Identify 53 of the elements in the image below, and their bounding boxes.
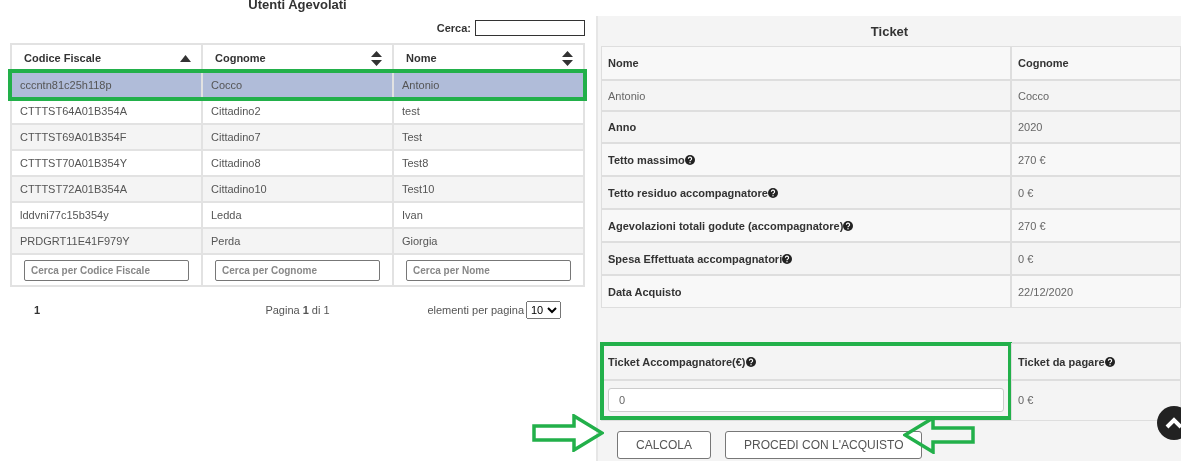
table-cell: Perda <box>202 228 393 254</box>
arrow-right-icon <box>532 414 604 452</box>
field-label: Tetto massimo <box>608 153 685 166</box>
sort-ascending-icon[interactable] <box>180 54 191 62</box>
table-cell: 270 € <box>1011 209 1181 242</box>
table-cell: Cocco <box>1011 80 1181 111</box>
table-row[interactable]: cccntn81c25h118p Cocco Antonio <box>11 72 584 98</box>
search-label: Cerca: <box>436 22 471 34</box>
sort-icon[interactable] <box>562 50 573 66</box>
chevron-up-icon <box>1165 417 1181 429</box>
panel-title: Ticket <box>869 23 910 41</box>
table-row[interactable]: CTTTST72A01B354A Cittadino10 Test10 <box>11 176 584 202</box>
filter-field[interactable]: Cerca per Codice Fiscale <box>24 259 189 281</box>
table-cell: 0 € <box>1011 379 1181 421</box>
field-label: Anno <box>608 121 637 133</box>
page-info: Pagina 1 di 1 <box>264 304 331 316</box>
column-header: Cognome <box>1011 46 1181 80</box>
table-row[interactable]: PRDGRT11E41F979Y Perda Giorgia <box>11 228 584 254</box>
per-page-select[interactable]: 10 <box>526 301 561 319</box>
field-label: Data Acquisto <box>608 285 682 298</box>
action-button[interactable]: CALCOLA <box>617 431 712 459</box>
action-button[interactable]: PROCEDI CON L'ACQUISTO <box>725 431 923 459</box>
filter-field[interactable]: Cerca per Cognome <box>215 259 380 281</box>
help-icon <box>745 357 756 367</box>
help-icon <box>843 220 854 231</box>
table-cell: 22/12/2020 <box>1011 275 1181 308</box>
field-label: Tetto residuo accompagnatore <box>608 186 768 199</box>
search-field[interactable] <box>475 20 585 36</box>
table-cell: 2020 <box>1011 111 1181 143</box>
table-cell: 270 € <box>1011 143 1181 176</box>
field-label: Ticket Accompagnatore(€) <box>608 356 746 368</box>
help-icon <box>1104 357 1115 367</box>
table-cell: 0 € <box>1011 242 1181 275</box>
table-cell: Antonio <box>601 80 1011 111</box>
table-cell: 0 € <box>1011 176 1181 209</box>
table-row[interactable]: CTTTST70A01B354Y Cittadino8 Test8 <box>11 150 584 176</box>
field-label: Spesa Effettuata accompagnatori <box>608 252 783 265</box>
ticket-amount-field[interactable]: 0 <box>608 388 1004 412</box>
column-header: Nome <box>601 46 1011 80</box>
help-icon <box>684 154 695 165</box>
table-row[interactable]: CTTTST69A01B354F Cittadino7 Test <box>11 124 584 150</box>
page-link[interactable]: 1 <box>34 304 210 316</box>
per-page-label: elementi per pagina <box>427 304 524 316</box>
help-icon <box>782 253 793 264</box>
field-label: Agevolazioni totali godute (accompagnatore) <box>608 219 844 232</box>
panel-title: Utenti Agevolati <box>247 0 348 14</box>
table-cell: PRDGRT11E41F979Y <box>11 228 202 254</box>
filter-field[interactable]: Cerca per Nome <box>406 259 571 281</box>
table-cell: Giorgia <box>393 228 584 254</box>
table-row[interactable]: lddvni77c15b354y Ledda Ivan <box>11 202 584 228</box>
field-label: Ticket da pagare <box>1018 356 1105 368</box>
help-icon <box>767 187 778 198</box>
sort-icon[interactable] <box>371 50 382 66</box>
